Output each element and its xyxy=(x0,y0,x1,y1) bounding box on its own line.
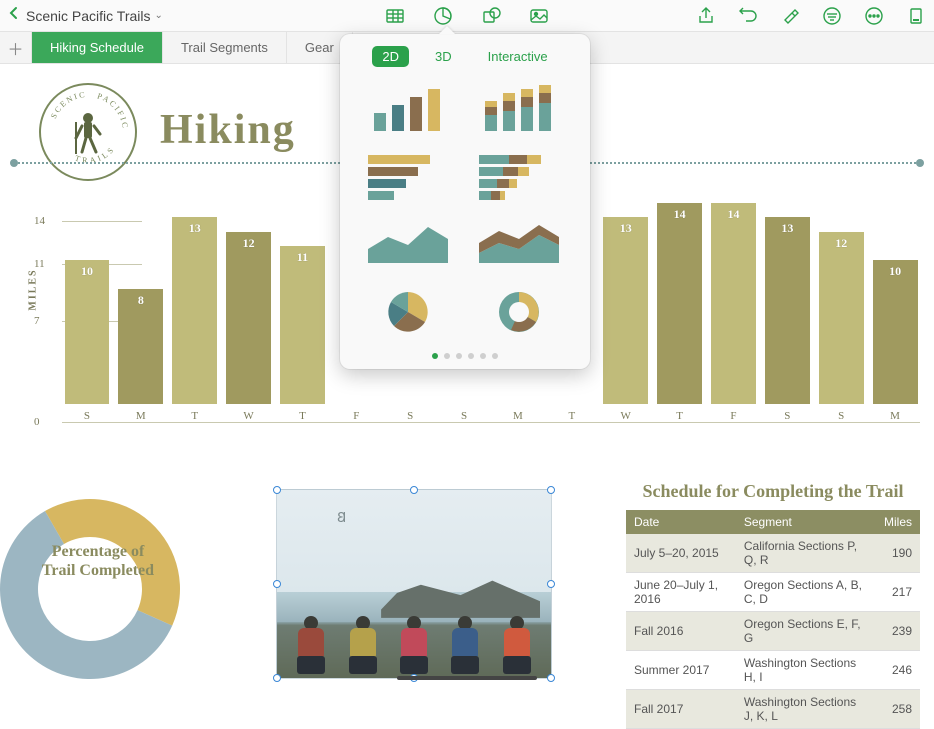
table-row[interactable]: Summer 2017Washington Sections H, I246 xyxy=(626,650,920,689)
bar-col: 10M xyxy=(870,260,920,422)
schedule-table-wrap: Schedule for Completing the Trail DateSe… xyxy=(626,482,920,729)
table-row[interactable]: Fall 2017Washington Sections J, K, L258 xyxy=(626,689,920,728)
thumb-area-stacked[interactable] xyxy=(479,219,559,269)
title-bar: Scenic Pacific Trails ⌄ xyxy=(0,0,934,32)
image-selection[interactable]: 𐐒 xyxy=(276,489,552,679)
share-icon[interactable] xyxy=(696,6,716,26)
thumb-donut[interactable] xyxy=(479,287,559,337)
page-dots[interactable] xyxy=(340,345,590,359)
resize-handle[interactable] xyxy=(547,674,555,682)
bar-col: 14F xyxy=(709,203,759,422)
chart-thumbnails xyxy=(340,77,590,345)
bar-col: 11T xyxy=(278,246,328,422)
thumb-hbar-single[interactable] xyxy=(368,151,448,201)
add-sheet-button[interactable]: ＋ xyxy=(0,32,32,63)
format-brush-icon[interactable] xyxy=(780,6,800,26)
thumb-area[interactable] xyxy=(368,219,448,269)
right-tools xyxy=(696,6,926,26)
undo-icon[interactable] xyxy=(738,6,758,26)
chart-picker-popover: 2D 3D Interactive xyxy=(340,34,590,369)
table-row[interactable]: July 5–20, 2015California Sections P, Q,… xyxy=(626,534,920,573)
resize-handle[interactable] xyxy=(273,486,281,494)
media-icon[interactable] xyxy=(529,6,549,26)
tab-interactive[interactable]: Interactive xyxy=(478,46,558,67)
donut-label: Percentage of Trail Completed xyxy=(38,542,158,580)
document-icon[interactable] xyxy=(906,6,926,26)
home-indicator xyxy=(397,676,537,680)
filter-icon[interactable] xyxy=(822,6,842,26)
tab-trail-segments[interactable]: Trail Segments xyxy=(163,32,287,63)
table-row[interactable]: June 20–July 1, 2016Oregon Sections A, B… xyxy=(626,572,920,611)
chart-icon[interactable] xyxy=(433,6,453,26)
bar-col: S xyxy=(385,403,435,422)
thumb-hbar-stacked[interactable] xyxy=(479,151,559,201)
page-title: Hiking xyxy=(160,106,296,154)
table-row[interactable]: Fall 2016Oregon Sections E, F, G239 xyxy=(626,611,920,650)
bar-col: 10S xyxy=(62,260,112,422)
table-title: Schedule for Completing the Trail xyxy=(626,482,920,502)
shape-icon[interactable] xyxy=(481,6,501,26)
y-axis-label: MILES xyxy=(28,268,39,310)
more-icon[interactable] xyxy=(864,6,884,26)
bar-col: 13W xyxy=(601,217,651,422)
bar-col: 13S xyxy=(762,217,812,422)
bar-col: 12W xyxy=(224,232,274,423)
bar-col: 14T xyxy=(655,203,705,422)
image-content: 𐐒 xyxy=(277,490,551,678)
resize-handle[interactable] xyxy=(410,486,418,494)
resize-handle[interactable] xyxy=(547,580,555,588)
thumb-pie[interactable] xyxy=(368,287,448,337)
resize-handle[interactable] xyxy=(273,674,281,682)
logo: SCENIC PACIFIC TRAILS xyxy=(38,82,138,182)
bar-col: S xyxy=(439,403,489,422)
bar-col: F xyxy=(331,403,381,422)
insert-tools xyxy=(385,6,549,26)
document-name[interactable]: Scenic Pacific Trails xyxy=(26,8,150,24)
tab-3d[interactable]: 3D xyxy=(425,46,462,67)
back-icon[interactable] xyxy=(8,6,20,25)
thumb-bar-stacked[interactable] xyxy=(479,83,559,133)
bar-col: T xyxy=(547,403,597,422)
thumb-bar-single[interactable] xyxy=(368,83,448,133)
chart-type-tabs: 2D 3D Interactive xyxy=(340,34,590,77)
bar-col: 12S xyxy=(816,232,866,423)
chevron-down-icon[interactable]: ⌄ xyxy=(154,10,162,21)
table-icon[interactable] xyxy=(385,6,405,26)
schedule-table[interactable]: DateSegmentMiles July 5–20, 2015Californ… xyxy=(626,510,920,729)
bird-icon: 𐐒 xyxy=(337,508,346,527)
resize-handle[interactable] xyxy=(547,486,555,494)
tab-hiking-schedule[interactable]: Hiking Schedule xyxy=(32,32,163,63)
tab-2d[interactable]: 2D xyxy=(372,46,409,67)
resize-handle[interactable] xyxy=(273,580,281,588)
bar-col: 13T xyxy=(170,217,220,422)
bar-col: M xyxy=(493,403,543,422)
bar-col: 8M xyxy=(116,289,166,422)
